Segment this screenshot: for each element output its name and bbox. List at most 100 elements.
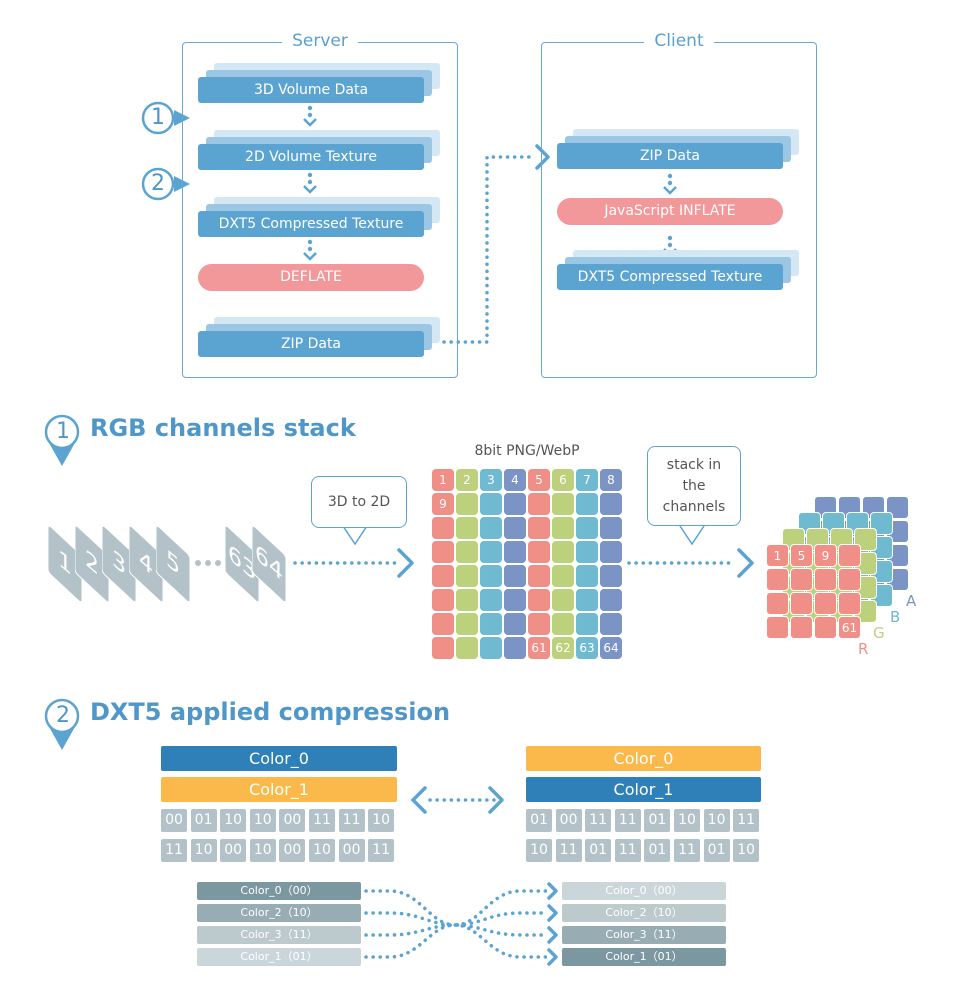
connector-mark (397, 548, 414, 578)
texture-cell (504, 493, 526, 515)
texture-cell: 3 (480, 469, 502, 491)
texture-cell: 63 (576, 637, 598, 659)
server-title: Server (282, 31, 358, 51)
texture-cell: 9 (432, 493, 454, 515)
texture-cell (528, 541, 550, 563)
connector-mark (679, 525, 705, 546)
channel-cell (766, 616, 789, 639)
marker-1-label: 1 (151, 105, 165, 130)
channel-cell (766, 592, 789, 615)
left-index-bit: 01 (190, 809, 217, 832)
client-inflate: JavaScript INFLATE (557, 198, 783, 225)
right-index-bit: 01 (644, 809, 671, 832)
channel-cell: 5 (790, 544, 813, 567)
callout-stack-text: stack in the channels (662, 456, 726, 515)
texture-cell (600, 517, 622, 539)
right-index-bit: 11 (555, 839, 582, 862)
connector-mark (410, 786, 427, 814)
right-index-bit: 11 (733, 809, 760, 832)
texture-cell (456, 517, 478, 539)
left-index-bit: 10 (309, 839, 335, 862)
channel-cell (838, 592, 861, 615)
channel-cell (838, 544, 861, 567)
right-color-0-bar: Color_0 (526, 746, 761, 771)
right-map-row: Color_2（10） (562, 904, 726, 922)
texture-cell (480, 541, 502, 563)
texture-cell: 6 (552, 469, 574, 491)
texture-cell (504, 637, 526, 659)
connector-mark (215, 560, 221, 566)
section2-number: 2 (56, 703, 70, 728)
channel-label-B: B (890, 608, 901, 626)
channel-label-A: A (906, 592, 917, 610)
connector-mark (488, 786, 504, 814)
connector-mark (547, 904, 558, 922)
texture-cell (600, 493, 622, 515)
texture-cell (456, 613, 478, 635)
texture-cell: 1 (432, 469, 454, 491)
left-index-bit: 11 (161, 839, 187, 862)
texture-cell (528, 493, 550, 515)
texture-cell (552, 589, 574, 611)
left-color-0-bar: Color_0 (161, 746, 397, 771)
step-2d-volume-texture: 2D Volume Texture (198, 144, 424, 170)
texture-cell (576, 517, 598, 539)
left-index-bit: 10 (190, 839, 217, 862)
texture-cell (576, 565, 598, 587)
channel-cell (790, 616, 813, 639)
callout-stack: stack in the channels (647, 446, 741, 526)
channel-cell (814, 568, 837, 591)
channel-cell (766, 568, 789, 591)
texture-cell (504, 517, 526, 539)
left-index-bit: 00 (279, 809, 306, 832)
diagram: Server Client 3D Volume Data 2D Volume T… (0, 0, 960, 1000)
step-zip-data: ZIP Data (198, 331, 424, 357)
right-index-bit: 11 (614, 839, 641, 862)
connector-mark (547, 926, 558, 944)
left-index-bit: 11 (309, 809, 335, 832)
marker-2-label: 2 (151, 171, 165, 196)
volume-slice: 64 (252, 525, 286, 603)
texture-cell (504, 613, 526, 635)
texture-cell (552, 565, 574, 587)
right-index-bit: 11 (585, 809, 612, 832)
right-index-bit: 01 (644, 839, 671, 862)
texture-cell (504, 541, 526, 563)
right-index-bit: 01 (585, 839, 612, 862)
texture-cell (456, 589, 478, 611)
callout-3d-to-2d-text: 3D to 2D (327, 493, 391, 510)
left-index-bit: 10 (220, 809, 247, 832)
texture-cell: 61 (528, 637, 550, 659)
texture-cell (456, 637, 478, 659)
texture-cell (432, 565, 454, 587)
left-index-bit: 10 (368, 809, 395, 832)
step-3d-volume-data: 3D Volume Data (198, 77, 424, 103)
texture-cell (456, 541, 478, 563)
right-index-bit: 10 (703, 809, 730, 832)
left-index-bit: 00 (220, 839, 247, 862)
texture-cell (456, 565, 478, 587)
texture-cell (600, 541, 622, 563)
texture-cell (600, 589, 622, 611)
left-color-1-bar: Color_1 (161, 777, 397, 802)
texture-cell (480, 613, 502, 635)
texture-cell (600, 613, 622, 635)
step-deflate: DEFLATE (198, 264, 424, 291)
channel-cell (814, 592, 837, 615)
channel-label-R: R (858, 640, 869, 658)
left-map-row: Color_0（00） (197, 882, 361, 900)
left-map-row: Color_3（11） (197, 926, 361, 944)
left-index-bit: 10 (249, 839, 276, 862)
texture-cell: 2 (456, 469, 478, 491)
client-zip-data: ZIP Data (557, 143, 783, 169)
texture-cell (504, 565, 526, 587)
texture-cell (432, 613, 454, 635)
left-map-row: Color_2（10） (197, 904, 361, 922)
channel-cell (838, 568, 861, 591)
right-map-row: Color_0（00） (562, 882, 726, 900)
right-color-1-bar: Color_1 (526, 777, 761, 802)
texture-cell (552, 613, 574, 635)
texture-cell (528, 565, 550, 587)
client-dxt5-texture: DXT5 Compressed Texture (557, 264, 783, 290)
texture-cell (480, 565, 502, 587)
